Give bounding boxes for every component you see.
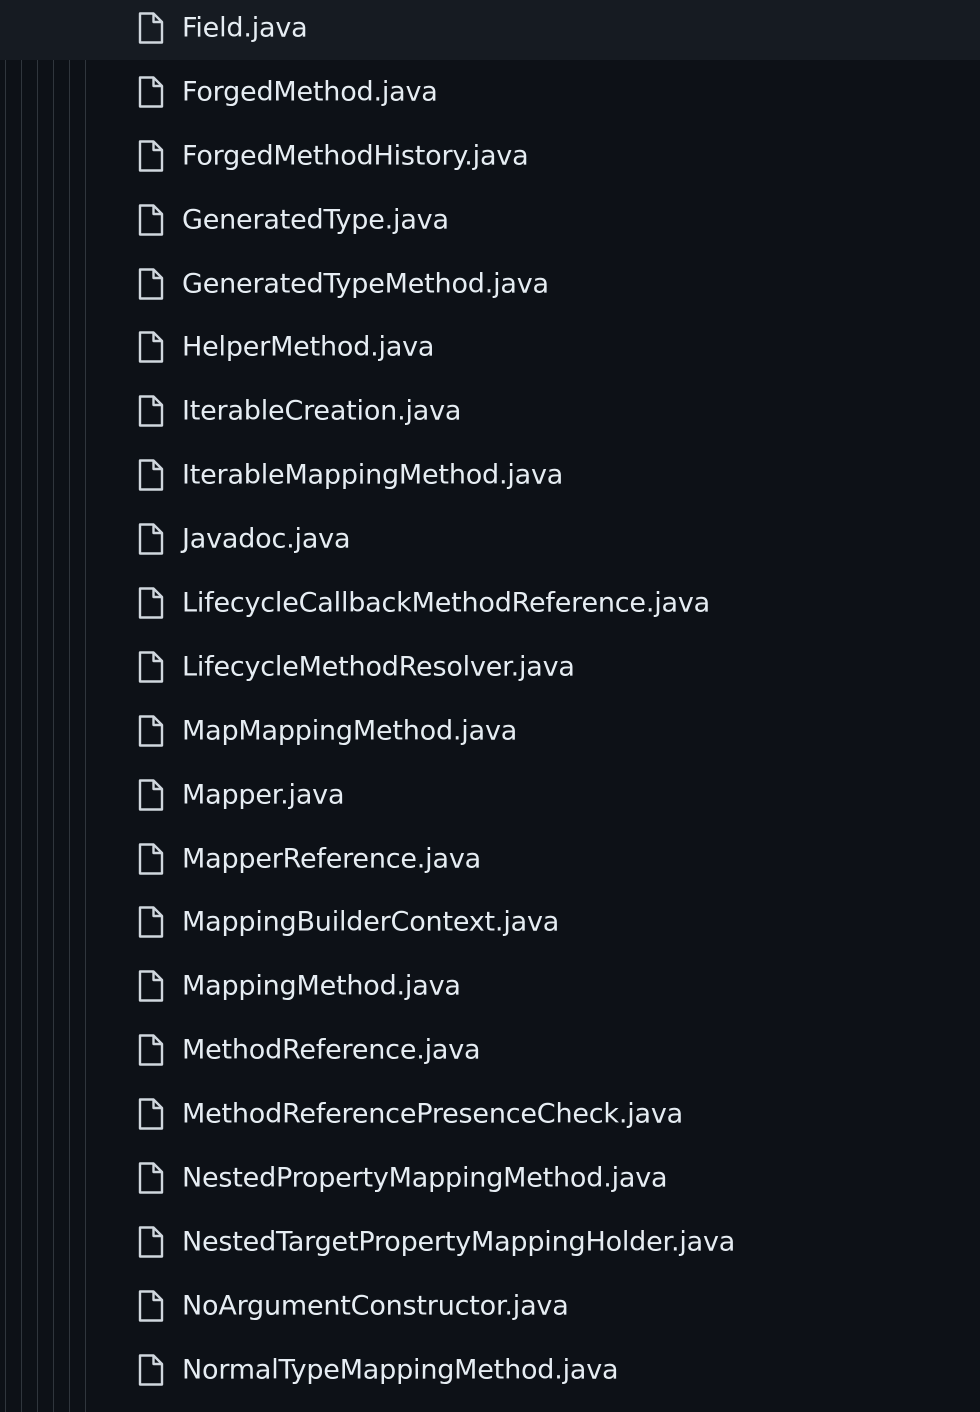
file-name: MapperReference.java [182,843,481,875]
file-list: Field.java ForgedMethod.java ForgedMetho… [0,0,980,1402]
file-name: NestedPropertyMappingMethod.java [182,1162,668,1194]
file-name: NoArgumentConstructor.java [182,1290,569,1322]
file-tree-item[interactable]: ForgedMethod.java [0,60,980,124]
file-name: IterableCreation.java [182,395,462,427]
file-tree-item[interactable]: ForgedMethodHistory.java [0,124,980,188]
file-tree-item[interactable]: LifecycleCallbackMethodReference.java [0,571,980,635]
file-icon [138,1226,164,1258]
file-name: MappingMethod.java [182,970,461,1002]
file-icon [138,76,164,108]
file-tree-item[interactable]: GeneratedType.java [0,188,980,252]
file-name: NestedTargetPropertyMappingHolder.java [182,1226,736,1258]
file-name: LifecycleCallbackMethodReference.java [182,587,710,619]
file-tree-item[interactable]: MethodReferencePresenceCheck.java [0,1082,980,1146]
file-tree-item[interactable]: Field.java [0,0,980,60]
file-name: IterableMappingMethod.java [182,459,564,491]
file-icon [138,1034,164,1066]
file-tree-item[interactable]: IterableCreation.java [0,379,980,443]
file-icon [138,1098,164,1130]
file-tree-item[interactable]: IterableMappingMethod.java [0,443,980,507]
file-name: NormalTypeMappingMethod.java [182,1354,619,1386]
file-icon [138,842,164,875]
file-name: HelperMethod.java [182,331,435,363]
file-name: Field.java [182,12,308,44]
file-tree-item[interactable]: Mapper.java [0,763,980,827]
file-icon [138,395,164,427]
file-icon [138,1162,164,1194]
file-name: MapMappingMethod.java [182,715,518,747]
file-icon [138,1290,164,1322]
file-icon [138,523,164,555]
file-icon [138,140,164,172]
file-icon [138,1353,164,1386]
file-tree-item[interactable]: MappingBuilderContext.java [0,890,980,954]
file-name: MappingBuilderContext.java [182,906,560,938]
file-icon [138,267,164,300]
file-tree-item[interactable]: MethodReference.java [0,1018,980,1082]
file-icon [138,778,164,811]
file-tree-item[interactable]: Javadoc.java [0,507,980,571]
file-icon [138,587,164,619]
file-tree-item[interactable]: NestedTargetPropertyMappingHolder.java [0,1210,980,1274]
file-tree-item[interactable]: HelperMethod.java [0,315,980,379]
file-name: Javadoc.java [182,523,351,555]
file-name: GeneratedType.java [182,204,449,236]
file-tree-item[interactable]: MapMappingMethod.java [0,699,980,763]
file-tree-item[interactable]: NormalTypeMappingMethod.java [0,1338,980,1402]
file-tree-item[interactable]: MapperReference.java [0,827,980,891]
file-tree-item[interactable]: GeneratedTypeMethod.java [0,252,980,316]
file-icon [138,970,164,1002]
file-icon [138,459,164,491]
file-icon [138,906,164,939]
file-name: LifecycleMethodResolver.java [182,651,575,683]
file-name: ForgedMethodHistory.java [182,140,529,172]
file-tree-item[interactable]: NestedPropertyMappingMethod.java [0,1146,980,1210]
file-tree-item[interactable]: NoArgumentConstructor.java [0,1274,980,1338]
file-tree-item[interactable]: LifecycleMethodResolver.java [0,635,980,699]
file-icon [138,331,164,364]
file-name: ForgedMethod.java [182,76,438,108]
file-name: GeneratedTypeMethod.java [182,268,549,299]
file-tree-item[interactable]: MappingMethod.java [0,954,980,1018]
file-icon [138,715,164,747]
file-icon [138,651,164,683]
file-tree-panel: Field.java ForgedMethod.java ForgedMetho… [0,0,980,1412]
file-name: Mapper.java [182,779,345,811]
file-name: MethodReferencePresenceCheck.java [182,1098,684,1130]
file-icon [138,203,164,236]
file-icon [138,12,164,44]
file-name: MethodReference.java [182,1034,481,1066]
